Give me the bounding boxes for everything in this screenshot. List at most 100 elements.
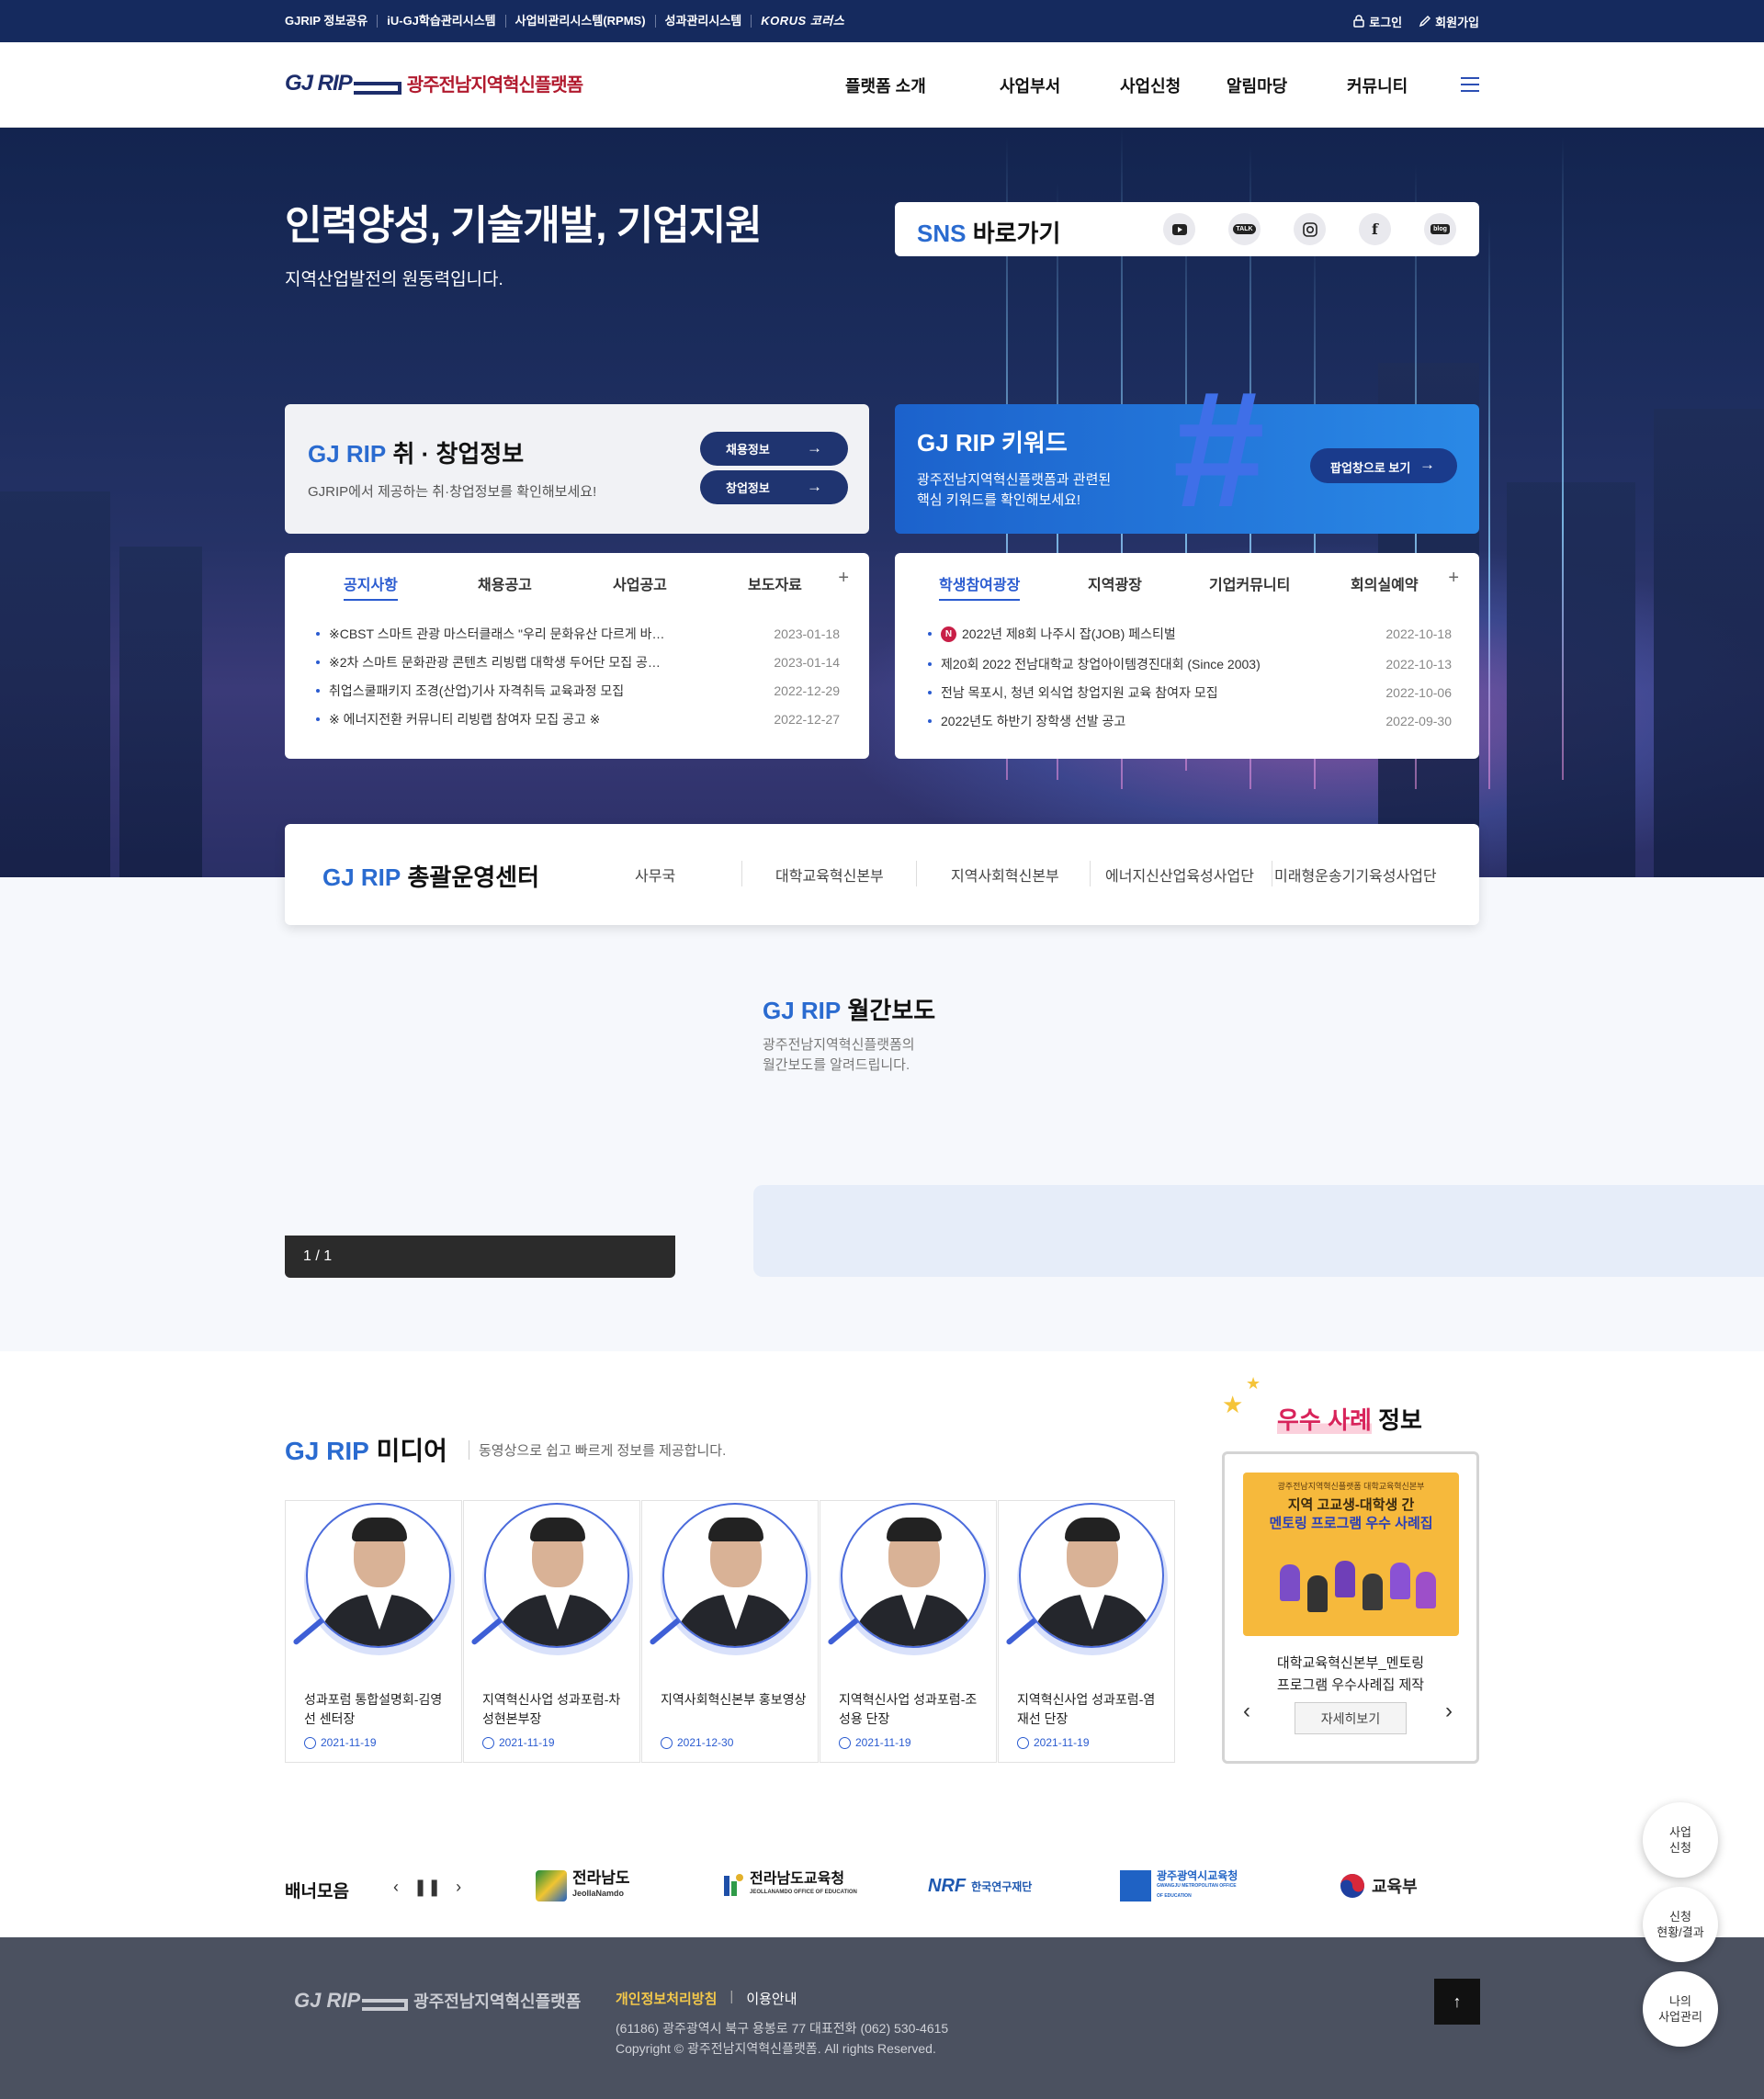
menu-platform-intro[interactable]: 플랫폼 소개 bbox=[845, 73, 926, 97]
community-board: 학생참여광장 지역광장 기업커뮤니티 회의실예약 + N 2022년 제8회 나주… bbox=[895, 553, 1479, 759]
util-link-korus[interactable]: KORUS 코러스 bbox=[752, 15, 854, 28]
utility-bar: GJRIP 정보공유 iU-GJ학습관리시스템 사업비관리시스템(RPMS) 성… bbox=[0, 0, 1764, 42]
list-item[interactable]: ※2차 스마트 문화관광 콘텐츠 리빙랩 대학생 두어단 모집 공… 2023-0… bbox=[316, 653, 840, 671]
tab-regional-plaza[interactable]: 지역광장 bbox=[1088, 572, 1142, 594]
pause-icon[interactable]: ❚❚ bbox=[413, 1878, 441, 1897]
list-item[interactable]: N 2022년 제8회 나주시 잡(JOB) 페스티벌 2022-10-18 bbox=[928, 625, 1452, 643]
media-video-card[interactable]: 지역사회혁신본부 홍보영상 2021-12-30 bbox=[641, 1500, 819, 1763]
best-practice-card: 광주전남지역혁신플랫폼 대학교육혁신본부 지역 고교생-대학생 간 멘토링 프로… bbox=[1222, 1451, 1479, 1764]
chevron-right-icon[interactable]: › bbox=[456, 1878, 461, 1897]
tab-student-plaza[interactable]: 학생참여광장 bbox=[939, 572, 1021, 601]
center-link-energy[interactable]: 에너지신산업육성사업단 bbox=[1105, 863, 1254, 886]
speaker-photo bbox=[841, 1503, 986, 1648]
banner-label: 배너모음 bbox=[285, 1882, 349, 1902]
tab-recruit[interactable]: 채용공고 bbox=[478, 572, 532, 594]
util-link-iu-gj[interactable]: iU-GJ학습관리시스템 bbox=[378, 15, 506, 28]
monthly-title: GJ RIP 월간보도 bbox=[763, 997, 936, 1024]
media-date: 2021-11-19 bbox=[1017, 1736, 1090, 1749]
media-date: 2021-12-30 bbox=[661, 1736, 733, 1749]
taegeuk-logo-icon bbox=[1340, 1874, 1364, 1898]
arrow-right-icon: → bbox=[807, 478, 822, 495]
arrow-right-icon: → bbox=[807, 439, 822, 457]
list-item[interactable]: 취업스쿨패키지 조경(산업)기사 자격취득 교육과정 모집 2022-12-29 bbox=[316, 682, 840, 700]
hero-building bbox=[119, 547, 202, 877]
sns-icons: TALK f blog bbox=[1163, 213, 1456, 245]
detail-button[interactable]: 자세히보기 bbox=[1295, 1702, 1407, 1734]
instagram-icon[interactable] bbox=[1294, 213, 1326, 245]
banner-nrf[interactable]: NRF 한국연구재단 bbox=[928, 1865, 1032, 1907]
best-title: 우수 사례 정보 bbox=[1277, 1406, 1422, 1434]
banner-ministry-education[interactable]: 교육부 bbox=[1339, 1865, 1418, 1907]
media-video-card[interactable]: 성과포럼 통합설명회-김영선 센터장 2021-11-19 bbox=[285, 1500, 462, 1763]
list-item[interactable]: 전남 목포시, 청년 외식업 창업지원 교육 참여자 모집 2022-10-06 bbox=[928, 683, 1452, 702]
best-practice-caption: 대학교육혁신본부_멘토링 프로그램 우수사례집 제작 bbox=[1276, 1655, 1425, 1693]
media-date: 2021-11-19 bbox=[304, 1736, 377, 1749]
util-link-gjrip[interactable]: GJRIP 정보공유 bbox=[285, 15, 379, 28]
tab-enterprise-community[interactable]: 기업커뮤니티 bbox=[1209, 572, 1290, 594]
job-desc: GJRIP에서 제공하는 취·창업정보를 확인해보세요! bbox=[308, 484, 597, 500]
clock-icon bbox=[482, 1736, 494, 1749]
center-link-university[interactable]: 대학교육혁신본부 bbox=[775, 863, 884, 886]
list-item[interactable]: 제20회 2022 전남대학교 창업아이템경진대회 (Since 2003) 20… bbox=[928, 655, 1452, 673]
tab-press[interactable]: 보도자료 bbox=[748, 572, 802, 594]
media-video-card[interactable]: 지역혁신사업 성과포럼-차성현본부장 2021-11-19 bbox=[463, 1500, 640, 1763]
quick-apply-button[interactable]: 사업 신청 bbox=[1643, 1802, 1718, 1878]
facebook-icon[interactable]: f bbox=[1359, 213, 1391, 245]
lock-icon bbox=[1353, 15, 1365, 28]
youtube-icon[interactable] bbox=[1163, 213, 1195, 245]
job-info-card: GJ RIP 취 · 창업정보 GJRIP에서 제공하는 취·창업정보를 확인해… bbox=[285, 404, 869, 534]
menu-community[interactable]: 커뮤니티 bbox=[1347, 73, 1408, 97]
center-link-secretariat[interactable]: 사무국 bbox=[635, 863, 675, 886]
nrf-logo-icon: NRF bbox=[928, 1875, 967, 1896]
site-logo[interactable]: GJ RIP 광주전남지역혁신플랫폼 bbox=[285, 70, 583, 96]
terms-link[interactable]: 이용안내 bbox=[746, 1989, 797, 2008]
menu-notice[interactable]: 알림마당 bbox=[1227, 73, 1287, 97]
list-item[interactable]: ※ 에너지전환 커뮤니티 리빙랩 참여자 모집 공고 ※ 2022-12-27 bbox=[316, 710, 840, 728]
monthly-slide[interactable] bbox=[753, 1185, 1764, 1277]
media-video-card[interactable]: 지역혁신사업 성과포럼-조성용 단장 2021-11-19 bbox=[820, 1500, 997, 1763]
banner-jeollanamdo[interactable]: 전라남도 JeollaNamdo bbox=[536, 1865, 630, 1907]
media-caption: 지역혁신사업 성과포럼-조성용 단장 bbox=[839, 1692, 978, 1726]
hamburger-menu-icon[interactable] bbox=[1461, 77, 1479, 94]
speaker-photo bbox=[484, 1503, 629, 1648]
banner-controls: ‹ ❚❚ › bbox=[393, 1878, 461, 1897]
util-link-rpms[interactable]: 사업비관리시스템(RPMS) bbox=[506, 15, 656, 28]
chevron-right-icon[interactable]: › bbox=[1445, 1698, 1453, 1724]
hero-subtitle: 지역산업발전의 원동력입니다. bbox=[285, 270, 503, 289]
scroll-top-button[interactable]: ↑ bbox=[1434, 1979, 1480, 2025]
list-item[interactable]: 2022년도 하반기 장학생 선발 공고 2022-09-30 bbox=[928, 712, 1452, 730]
startup-info-button[interactable]: 창업정보 → bbox=[700, 470, 848, 504]
menu-departments[interactable]: 사업부서 bbox=[1000, 73, 1060, 97]
blog-icon[interactable]: blog bbox=[1424, 213, 1456, 245]
chevron-left-icon[interactable]: ‹ bbox=[393, 1878, 399, 1897]
keyword-popup-button[interactable]: 팝업창으로 보기 → bbox=[1310, 448, 1457, 483]
banner-gwangju-education[interactable]: 광주광역시교육청 GWANGJU METROPOLITAN OFFICE OF E… bbox=[1120, 1865, 1239, 1907]
media-video-card[interactable]: 지역혁신사업 성과포럼-염재선 단장 2021-11-19 bbox=[998, 1500, 1175, 1763]
menu-apply[interactable]: 사업신청 bbox=[1120, 73, 1181, 97]
notice-more-icon[interactable]: + bbox=[838, 568, 849, 589]
best-practice-poster[interactable]: 광주전남지역혁신플랫폼 대학교육혁신본부 지역 고교생-대학생 간 멘토링 프로… bbox=[1243, 1473, 1459, 1636]
chevron-left-icon[interactable]: ‹ bbox=[1243, 1698, 1250, 1724]
clock-icon bbox=[1017, 1736, 1029, 1749]
login-link[interactable]: 로그인 bbox=[1352, 13, 1402, 30]
quick-status-button[interactable]: 신청 현황/결과 bbox=[1643, 1887, 1718, 1962]
kakaotalk-icon[interactable]: TALK bbox=[1228, 213, 1261, 245]
banner-jeonnam-education[interactable]: 전라남도교육청 JEOLLANAMDO OFFICE OF EDUCATION bbox=[722, 1865, 857, 1907]
recruit-info-button[interactable]: 채용정보 → bbox=[700, 432, 848, 466]
center-link-mobility[interactable]: 미래형운송기기육성사업단 bbox=[1274, 863, 1437, 886]
community-more-icon[interactable]: + bbox=[1448, 568, 1459, 589]
center-link-community[interactable]: 지역사회혁신본부 bbox=[951, 863, 1059, 886]
tab-room-reservation[interactable]: 회의실예약 bbox=[1351, 572, 1419, 594]
list-item[interactable]: ※CBST 스마트 관광 마스터클래스 "우리 문화유산 다르게 바… 2023-… bbox=[316, 625, 840, 643]
tab-notice[interactable]: 공지사항 bbox=[344, 572, 398, 601]
footer-address: (61186) 광주광역시 북구 용봉로 77 대표전화 (062) 530-4… bbox=[616, 2021, 949, 2056]
arrow-right-icon: → bbox=[1419, 456, 1435, 473]
signup-link[interactable]: 회원가입 bbox=[1419, 13, 1479, 30]
pencil-icon bbox=[1419, 15, 1431, 28]
keyword-desc: 광주전남지역혁신플랫폼과 관련된 핵심 키워드를 확인해보세요! bbox=[917, 472, 1112, 508]
privacy-policy-link[interactable]: 개인정보처리방침 bbox=[616, 1989, 717, 2008]
tab-business[interactable]: 사업공고 bbox=[613, 572, 667, 594]
quick-my-business-button[interactable]: 나의 사업관리 bbox=[1643, 1971, 1718, 2047]
star-icon: ★ bbox=[1222, 1391, 1244, 1418]
util-link-performance[interactable]: 성과관리시스템 bbox=[656, 15, 752, 28]
